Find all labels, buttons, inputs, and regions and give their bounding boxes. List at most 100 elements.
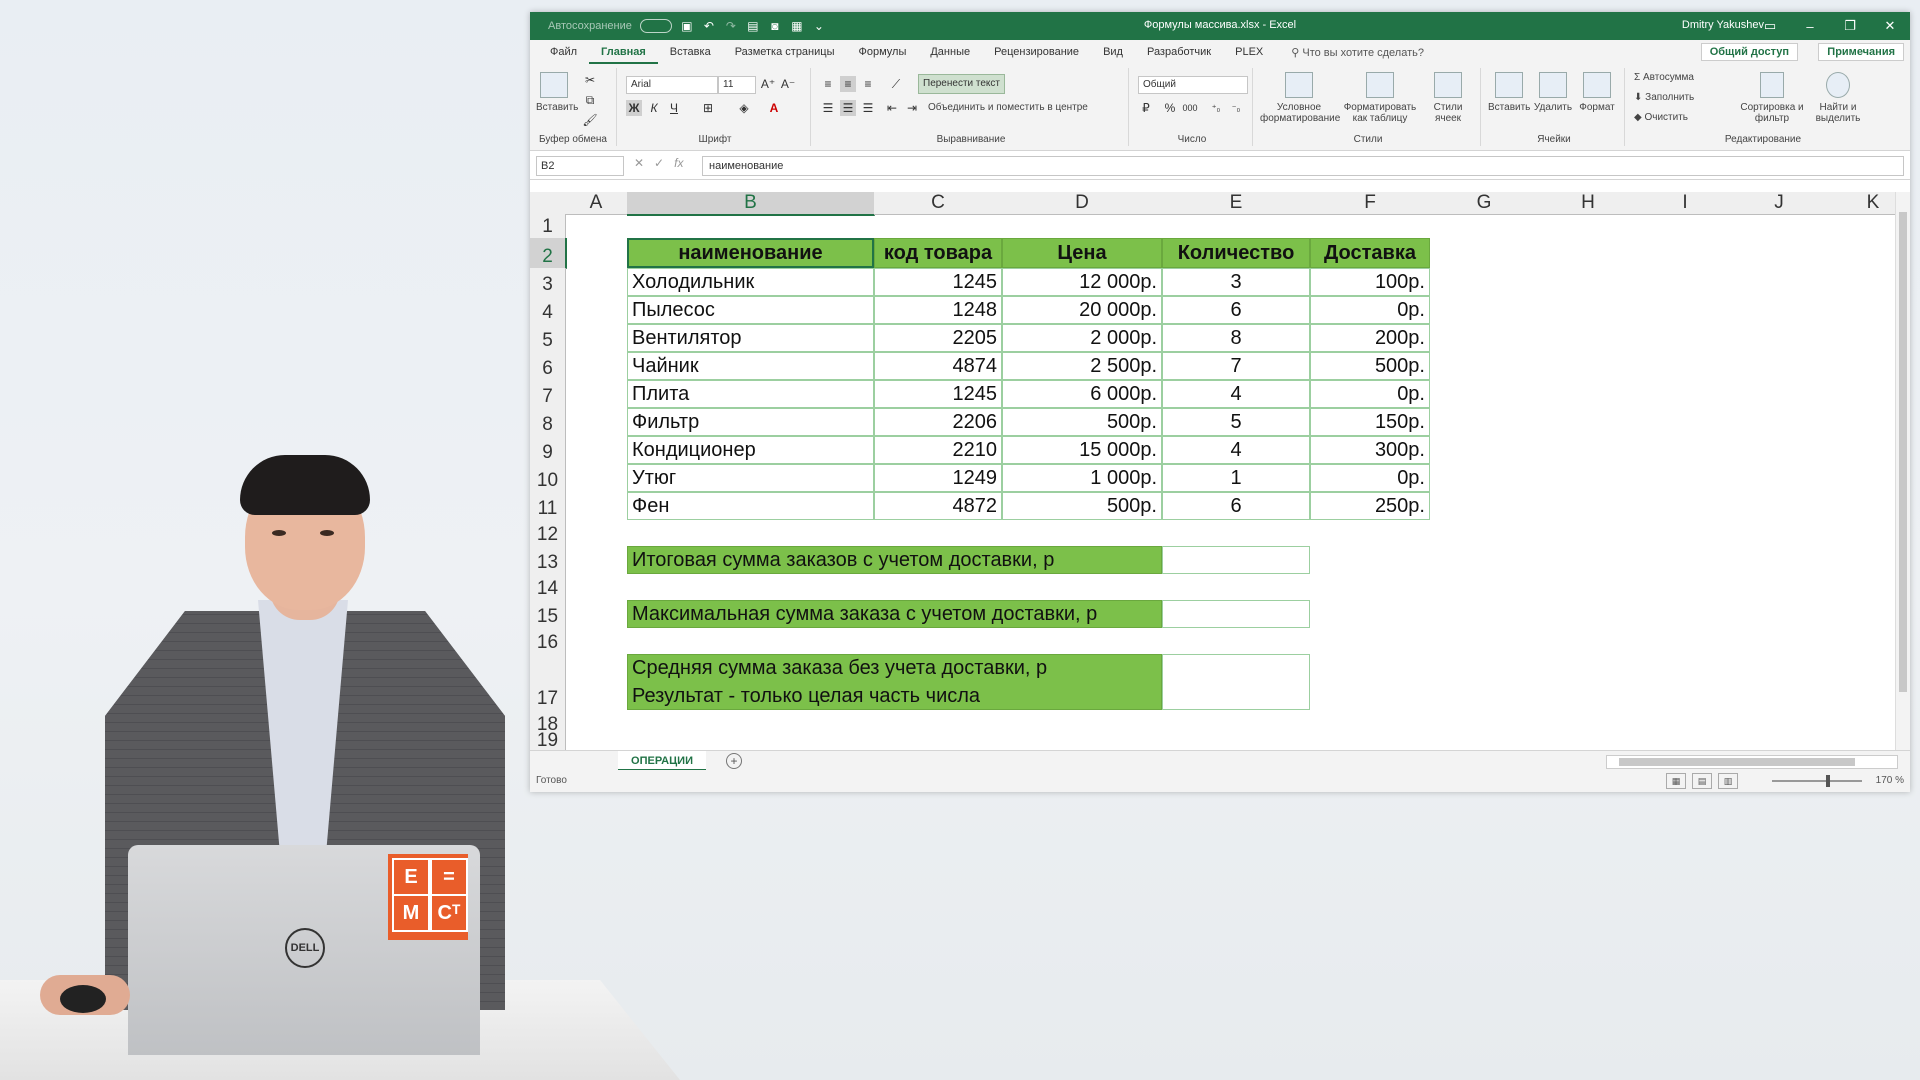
tab-formulas[interactable]: Формулы [846,40,918,64]
font-size-select[interactable]: 11 [718,76,756,94]
cut-icon[interactable]: ✂ [582,72,598,88]
table-cell[interactable]: 1245 [874,380,1002,408]
table-cell[interactable]: 1245 [874,268,1002,296]
table-cell[interactable]: 5 [1162,408,1310,436]
row-header[interactable]: 8 [530,408,566,437]
summary-result-cell[interactable] [1162,600,1310,628]
table-cell[interactable]: 1248 [874,296,1002,324]
row-header[interactable]: 6 [530,352,566,381]
summary-result-cell[interactable] [1162,654,1310,710]
zoom-slider[interactable] [1772,780,1862,782]
table-cell[interactable]: Плита [627,380,874,408]
normal-view-icon[interactable]: ▦ [1666,773,1686,789]
currency-icon[interactable]: ₽ [1138,100,1154,116]
table-cell[interactable]: 8 [1162,324,1310,352]
column-header[interactable]: C [874,192,1003,215]
sheet-tab-operations[interactable]: ОПЕРАЦИИ [618,751,706,771]
table-cell[interactable]: 2210 [874,436,1002,464]
restore-icon[interactable]: ❐ [1830,12,1870,40]
table-cell[interactable]: 500р. [1002,408,1162,436]
wrap-text-button[interactable]: Перенести текст [918,74,1005,94]
row-header[interactable]: 10 [530,464,566,493]
row-header[interactable]: 7 [530,380,566,409]
fx-icon[interactable]: ✕ ✓ fx [634,156,683,170]
tell-me-search[interactable]: ⚲ Что вы хотите сделать? [1275,46,1424,59]
page-layout-view-icon[interactable]: ▤ [1692,773,1712,789]
column-header[interactable]: A [565,192,628,215]
table-cell[interactable]: 250р. [1310,492,1430,520]
ribbon-display-icon[interactable]: ▭ [1750,12,1790,40]
close-icon[interactable]: ✕ [1870,12,1910,40]
table-cell[interactable]: 12 000р. [1002,268,1162,296]
merge-center-button[interactable]: Объединить и поместить в центре [928,102,1124,113]
tab-plex[interactable]: PLEX [1223,40,1275,64]
page-break-view-icon[interactable]: ▥ [1718,773,1738,789]
scroll-thumb[interactable] [1619,758,1855,766]
table-cell[interactable]: Фен [627,492,874,520]
table-cell[interactable]: Утюг [627,464,874,492]
row-header[interactable]: 19 [530,730,566,750]
insert-cells-button[interactable]: Вставить [1488,72,1530,113]
table-header-cell[interactable]: Цена [1002,238,1162,268]
row-header[interactable]: 2 [530,238,567,269]
table-cell[interactable]: Холодильник [627,268,874,296]
column-header[interactable]: G [1430,192,1539,215]
tab-home[interactable]: Главная [589,40,658,64]
table-cell[interactable]: Вентилятор [627,324,874,352]
align-center-icon[interactable]: ☰ [840,100,856,116]
table-cell[interactable]: 4 [1162,380,1310,408]
table-cell[interactable]: 7 [1162,352,1310,380]
horizontal-scrollbar[interactable] [1606,755,1898,769]
table-cell[interactable]: 300р. [1310,436,1430,464]
borders-icon[interactable]: ⊞ [700,100,716,116]
row-header[interactable]: 11 [530,492,566,521]
table-cell[interactable]: 0р. [1310,380,1430,408]
copy-icon[interactable]: ⧉ [582,92,598,108]
table-cell[interactable]: 15 000р. [1002,436,1162,464]
table-cell[interactable]: Пылесос [627,296,874,324]
table-header-cell[interactable]: Количество [1162,238,1310,268]
align-right-icon[interactable]: ☰ [860,100,876,116]
table-cell[interactable]: 1 000р. [1002,464,1162,492]
format-cells-button[interactable]: Формат [1576,72,1618,113]
table-cell[interactable]: 20 000р. [1002,296,1162,324]
tab-view[interactable]: Вид [1091,40,1135,64]
row-header[interactable]: 14 [530,574,566,601]
align-left-icon[interactable]: ☰ [820,100,836,116]
zoom-slider-knob[interactable] [1826,775,1830,787]
column-header[interactable]: E [1162,192,1311,215]
decrease-decimal-icon[interactable]: ⁻₀ [1228,100,1244,116]
format-painter-icon[interactable]: 🖌 [582,112,598,128]
decrease-font-icon[interactable]: A⁻ [780,76,796,92]
column-header[interactable]: H [1538,192,1639,215]
table-cell[interactable]: 200р. [1310,324,1430,352]
vertical-scrollbar[interactable] [1895,192,1910,750]
column-header[interactable]: F [1310,192,1431,215]
conditional-formatting-button[interactable]: Условное форматирование [1260,72,1340,124]
column-header[interactable]: K [1826,192,1896,215]
summary-result-cell[interactable] [1162,546,1310,574]
cell-styles-button[interactable]: Стили ячеек [1422,72,1474,124]
summary-label[interactable]: Средняя сумма заказа без учета доставки,… [627,654,1162,710]
row-header[interactable]: 12 [530,520,566,547]
align-middle-icon[interactable]: ≡ [840,76,856,92]
formula-input[interactable]: наименование [702,156,1904,176]
table-cell[interactable]: 2 000р. [1002,324,1162,352]
bold-button[interactable]: Ж [626,100,642,116]
increase-font-icon[interactable]: A⁺ [760,76,776,92]
increase-indent-icon[interactable]: ⇥ [904,100,920,116]
delete-cells-button[interactable]: Удалить [1532,72,1574,113]
zoom-level[interactable]: 170 % [1876,775,1904,786]
underline-button[interactable]: Ч [666,100,682,116]
row-header[interactable]: 17 [530,654,566,711]
row-header[interactable]: 13 [530,546,566,575]
table-cell[interactable]: 2206 [874,408,1002,436]
column-header[interactable]: J [1732,192,1827,215]
comma-style-icon[interactable]: 000 [1182,100,1198,116]
tab-file[interactable]: Файл [538,40,589,64]
autosum-button[interactable]: Σ Автосумма [1634,72,1694,83]
add-sheet-icon[interactable]: + [726,753,742,769]
font-name-select[interactable]: Arial [626,76,718,94]
align-bottom-icon[interactable]: ≡ [860,76,876,92]
find-select-button[interactable]: Найти и выделить [1808,72,1868,124]
